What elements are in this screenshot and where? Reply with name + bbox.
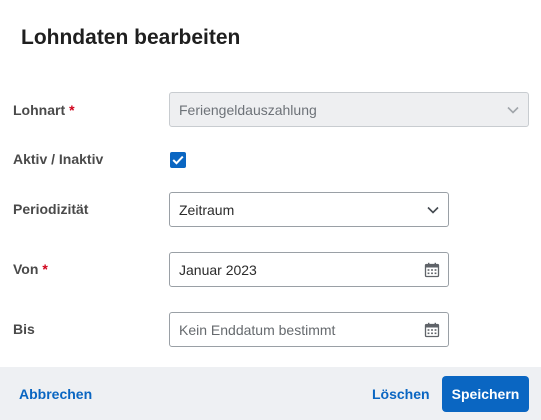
aktiv-checkbox[interactable]: [170, 152, 186, 168]
periodizitaet-select[interactable]: Zeitraum: [169, 192, 449, 227]
chevron-down-icon: [426, 203, 440, 217]
lohnart-value: Feriengeldauszahlung: [179, 101, 317, 118]
delete-button[interactable]: Löschen: [372, 386, 430, 402]
dialog-footer: Abbrechen Löschen Speichern: [0, 367, 541, 420]
von-label-text: Von: [13, 261, 39, 277]
lohnart-label-text: Lohnart: [13, 102, 66, 118]
bis-label: Bis: [13, 321, 35, 337]
chevron-down-icon: [506, 103, 520, 117]
required-marker: *: [42, 261, 48, 277]
bis-date-input[interactable]: Kein Enddatum bestimmt: [169, 312, 449, 347]
lohnart-label: Lohnart *: [13, 102, 75, 118]
save-button[interactable]: Speichern: [442, 376, 529, 412]
bis-placeholder: Kein Enddatum bestimmt: [179, 321, 336, 338]
von-value: Januar 2023: [179, 261, 257, 278]
von-date-input[interactable]: Januar 2023: [169, 252, 449, 287]
required-marker: *: [69, 102, 75, 118]
calendar-icon[interactable]: [424, 322, 440, 338]
dialog-title: Lohndaten bearbeiten: [21, 26, 241, 49]
lohnart-select[interactable]: Feriengeldauszahlung: [169, 92, 529, 127]
cancel-button[interactable]: Abbrechen: [19, 386, 92, 402]
aktiv-label: Aktiv / Inaktiv: [13, 151, 104, 167]
checkmark-icon: [172, 155, 184, 165]
von-label: Von *: [13, 261, 48, 277]
periodizitaet-label: Periodizität: [13, 201, 89, 217]
calendar-icon[interactable]: [424, 262, 440, 278]
edit-wage-dialog: Lohndaten bearbeiten Lohnart * Feriengeld…: [0, 0, 541, 420]
periodizitaet-value: Zeitraum: [179, 201, 235, 218]
